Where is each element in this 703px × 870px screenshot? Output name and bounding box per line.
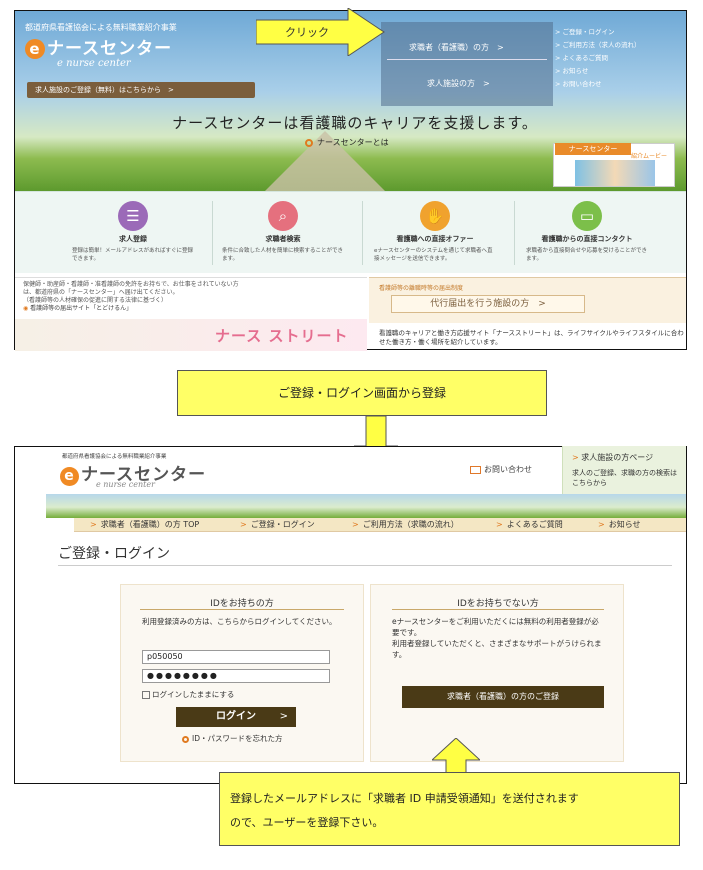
- chevron-right-icon: >: [90, 520, 97, 529]
- logo-subtitle: e nurse center: [96, 480, 155, 489]
- login-panel-heading: IDをお持ちの方: [210, 599, 274, 609]
- menu-item-contact[interactable]: お問い合わせ: [555, 78, 683, 91]
- nav-news[interactable]: > お知らせ: [598, 518, 641, 532]
- feature-divider: [514, 201, 515, 265]
- circle-bullet-icon: [182, 735, 189, 743]
- id-card-icon: ▭: [572, 201, 602, 231]
- chevron-right-icon: >: [496, 520, 503, 529]
- feature-card[interactable]: ▭ 看護職からの直接コンタクト求職者から直接問合せや応募を受けることができます。: [522, 201, 652, 269]
- facility-page-desc: 求人のご登録、求職の方の検索はこちらから: [572, 469, 677, 487]
- panel-divider: [140, 609, 344, 610]
- nurse-street-description: 看護職のキャリアと働き方応援サイト「ナースストリート」は、ライフサイクルやライフ…: [379, 329, 684, 346]
- search-person-icon: ⌕: [268, 201, 298, 231]
- circle-bullet-icon: [305, 138, 313, 147]
- nav-login[interactable]: > ご登録・ログイン: [240, 518, 315, 532]
- nav-seeker-top[interactable]: > 求職者（看護職）の方 TOP: [90, 518, 199, 532]
- seeker-register-button[interactable]: 求職者（看護職）の方のご登録: [402, 686, 604, 708]
- handshake-icon: ✋: [420, 201, 450, 231]
- feature-title: 看護職への直接オファー: [396, 235, 474, 243]
- site-logo[interactable]: e ナースセンター: [25, 34, 172, 59]
- register-from-login-callout: ご登録・ログイン画面から登録: [177, 370, 547, 416]
- register-panel-heading: IDをお持ちでない方: [457, 599, 539, 609]
- feature-title: 看護職からの直接コンタクト: [541, 235, 633, 243]
- feature-card[interactable]: ⌕ 求職者検索条件に合致した人材を簡単に検索することができます。: [218, 201, 348, 269]
- logo-subtitle: e nurse center: [57, 58, 131, 69]
- feature-card[interactable]: ☰ 求人登録登録は簡単！メールアドレスがあればすぐに登録できます。: [68, 201, 198, 269]
- click-label: クリック: [285, 26, 329, 39]
- register-panel: [370, 584, 624, 762]
- e-logo-icon: e: [60, 467, 79, 486]
- checkbox-icon: [142, 691, 150, 699]
- page-title: ご登録・ログイン: [58, 546, 170, 562]
- top-menu: ご登録・ログイン ご利用方法（求人の流れ） よくあるご質問 お知らせ お問い合わ…: [555, 26, 683, 91]
- about-link[interactable]: ナースセンターとは: [305, 137, 389, 148]
- video-thumbnail: [575, 160, 655, 186]
- chevron-right-icon: >: [352, 520, 359, 529]
- password-input[interactable]: ●●●●●●●●: [142, 669, 330, 683]
- forgot-password-link[interactable]: ID・パスワードを忘れた方: [182, 733, 283, 744]
- menu-item-login[interactable]: ご登録・ログイン: [555, 26, 683, 39]
- proxy-report-button[interactable]: 代行届出を行う施設の方 >: [391, 295, 585, 313]
- facility-page-title[interactable]: > 求人施設の方ページ: [572, 452, 653, 463]
- remember-me-checkbox[interactable]: ログインしたままにする: [142, 689, 234, 700]
- register-description: eナースセンターをご利用いただくには無料の利用者登録が必要です。 利用者登録して…: [392, 617, 602, 659]
- e-logo-icon: e: [25, 39, 45, 59]
- nav-seeker-link[interactable]: 求職者（看護職）の方 >: [387, 36, 547, 60]
- contact-link[interactable]: お問い合わせ: [470, 464, 532, 475]
- facility-register-link[interactable]: 求人施設のご登録（無料）はこちらから >: [27, 82, 255, 98]
- feature-title: 求人登録: [119, 235, 147, 243]
- panel-divider: [392, 609, 604, 610]
- feature-divider: [362, 201, 363, 265]
- feature-card[interactable]: ✋ 看護職への直接オファー eナースセンターのシステムを通じて求職者へ直接メッセージ…: [370, 201, 500, 269]
- landscape-banner: [46, 494, 686, 518]
- system-label: 看護師等の離職時等の届出制度: [379, 285, 464, 292]
- feature-description: 求職者から直接問合せや応募を受けることができます。: [526, 248, 648, 262]
- feature-description: 条件に合致した人材を簡単に検索することができます。: [222, 248, 344, 262]
- menu-item-news[interactable]: お知らせ: [555, 65, 683, 78]
- feature-divider: [212, 201, 213, 265]
- menu-item-faq[interactable]: よくあるご質問: [555, 52, 683, 65]
- nav-usage[interactable]: > ご利用方法（求職の流れ）: [352, 518, 459, 532]
- chevron-right-icon: >: [598, 520, 605, 529]
- title-divider: [58, 565, 672, 566]
- video-tag: ナースセンター: [555, 143, 631, 155]
- chevron-right-icon: >: [572, 453, 582, 462]
- nurse-street-logo: ナース ストリート: [215, 327, 349, 345]
- up-arrow-icon: [432, 738, 480, 774]
- hero-headline: ナースセンターは看護職のキャリアを支援します。: [172, 114, 538, 132]
- feature-description: 登録は簡単！メールアドレスがあればすぐに登録できます。: [72, 248, 194, 262]
- association-text: 都道府県看護協会による無料職業紹介事業: [25, 23, 177, 32]
- nav-facility-link[interactable]: 求人施設の方 >: [387, 72, 547, 96]
- chevron-right-icon: >: [279, 711, 288, 722]
- email-notice-callout: 登録したメールアドレスに「求職者 ID 申請受領通知」を送付されます ので、ユー…: [219, 772, 680, 846]
- login-button[interactable]: ログイン >: [176, 707, 296, 727]
- feature-title: 求職者検索: [265, 235, 301, 243]
- todokerun-link[interactable]: ◉ 看護師等の届出サイト「とどけるん」: [23, 305, 363, 313]
- mail-icon: [470, 465, 481, 474]
- id-input[interactable]: p050050: [142, 650, 330, 664]
- association-text: 都道府県看護協会による無料職業紹介事業: [62, 454, 167, 460]
- video-subtitle: 紹介ムービー: [631, 153, 668, 160]
- feature-description: eナースセンターのシステムを通じて求職者へ直接メッセージを送信できます。: [374, 248, 493, 262]
- menu-item-usage[interactable]: ご利用方法（求人の流れ）: [555, 39, 683, 52]
- notice-text: 保健師・助産師・看護師・准看護師の免許をお持ちで、お仕事をされていない方 は、都…: [23, 281, 363, 313]
- nav-faq[interactable]: > よくあるご質問: [496, 518, 563, 532]
- login-description: 利用登録済みの方は、こちらからログインしてください。: [142, 617, 337, 626]
- list-icon: ☰: [118, 201, 148, 231]
- chevron-right-icon: >: [240, 520, 247, 529]
